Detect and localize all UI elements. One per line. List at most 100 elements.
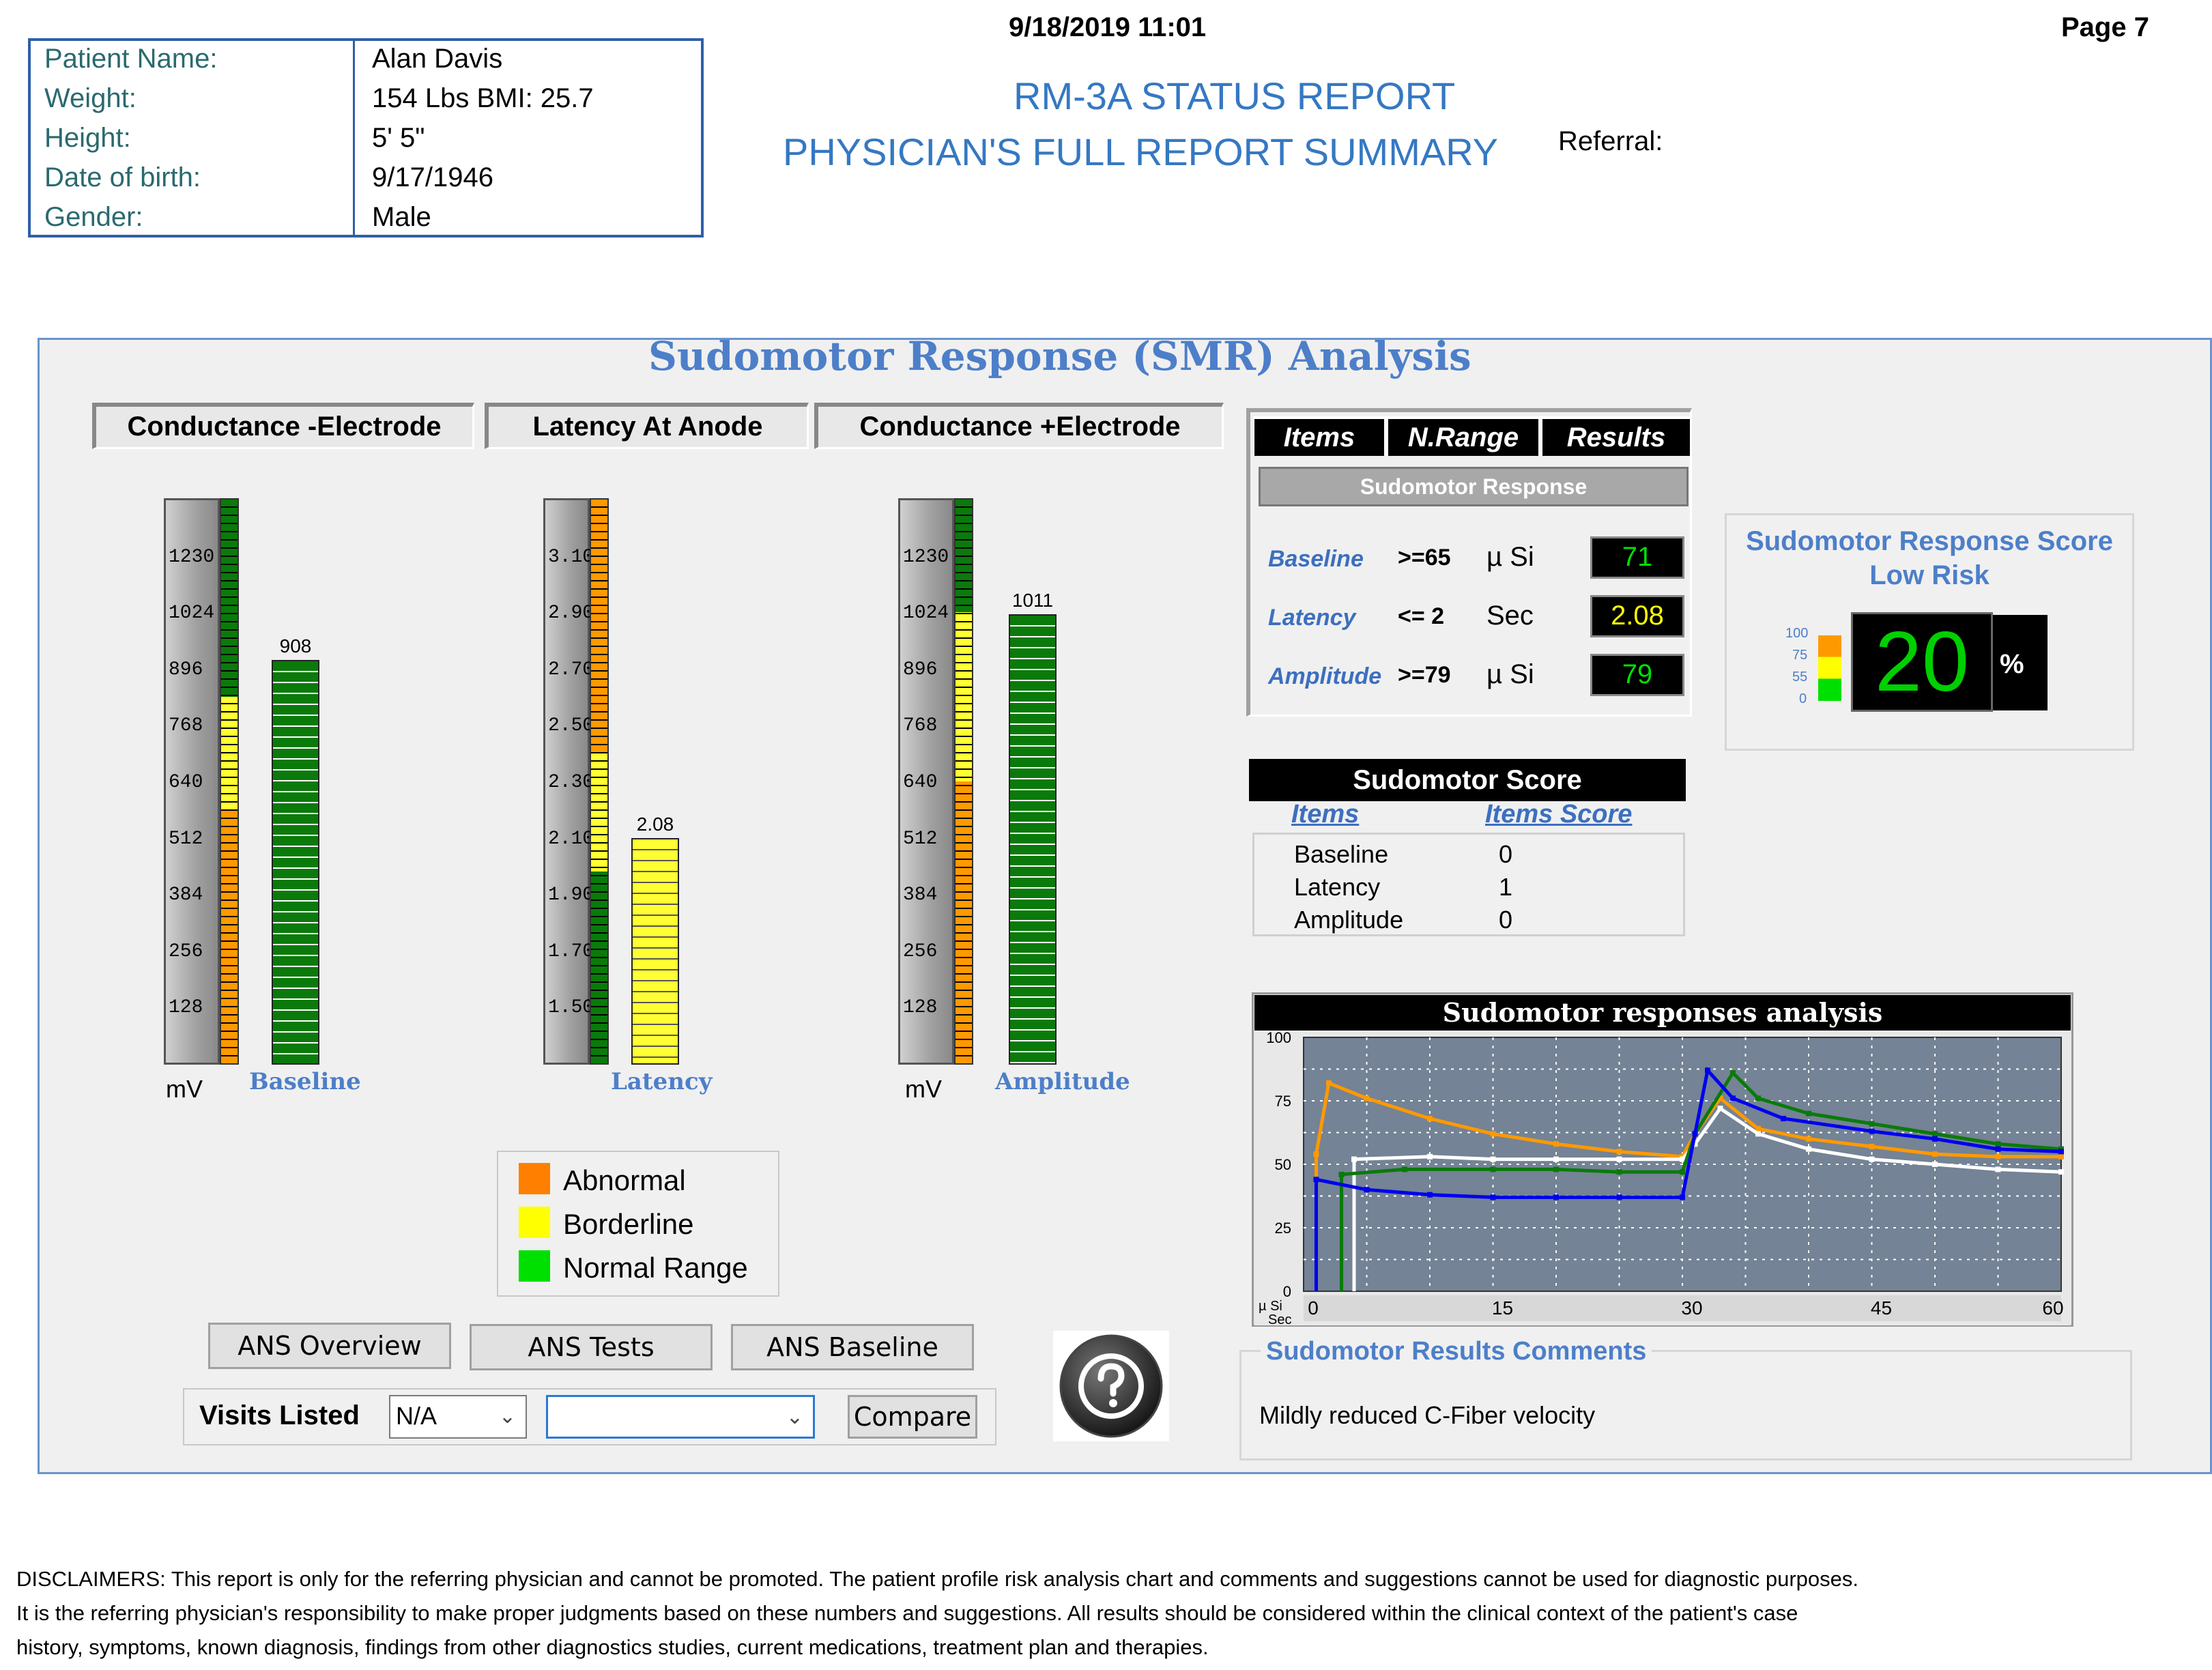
legend-borderline-swatch <box>519 1207 550 1238</box>
legend-normal-label: Normal Range <box>563 1252 748 1284</box>
height-label: Height: <box>44 123 131 153</box>
latency-bar-label: Latency <box>611 1068 713 1095</box>
score-value-latency: 1 <box>1499 873 1513 901</box>
result-range-latency: <= 2 <box>1398 603 1445 629</box>
series-point-3 <box>1692 1131 1698 1137</box>
series-point-2 <box>1806 1110 1811 1117</box>
series-point-3 <box>1705 1067 1710 1074</box>
series-point-2 <box>1616 1169 1622 1175</box>
amplitude-bar <box>1009 614 1057 1065</box>
legend-box: Abnormal Borderline Normal Range <box>497 1151 779 1297</box>
series-point-1 <box>1427 1153 1433 1160</box>
y-tick-label: 25 <box>1275 1220 1291 1237</box>
disclaimer-line-2: It is the referring physician's responsi… <box>16 1601 1798 1625</box>
response-score-box: Sudomotor Response Score Low Risk 100 75… <box>1725 513 2134 751</box>
score-title: Sudomotor Response Score <box>1746 526 2113 556</box>
ans-tests-button[interactable]: ANS Tests <box>470 1324 713 1370</box>
series-point-2 <box>1490 1166 1496 1172</box>
gender-value: Male <box>372 202 431 232</box>
score-value-baseline: 0 <box>1499 840 1513 868</box>
series-point-2 <box>1680 1169 1685 1175</box>
series-point-1 <box>1553 1156 1559 1162</box>
chevron-down-icon: ⌄ <box>498 1405 516 1428</box>
result-item-amplitude: Amplitude <box>1268 663 1382 689</box>
comments-text: Mildly reduced C-Fiber velocity <box>1259 1401 1596 1429</box>
series-point-0 <box>1869 1143 1875 1149</box>
series-point-3 <box>1995 1146 2001 1152</box>
series-point-0 <box>1995 1153 2001 1160</box>
series-point-2 <box>1553 1166 1559 1172</box>
visits-row: Visits Listed N/A ⌄ ⌄ Compare <box>183 1388 996 1445</box>
panel-title: Sudomotor Response (SMR) Analysis <box>648 333 1471 379</box>
report-datetime: 9/18/2019 11:01 <box>1009 12 1207 42</box>
score-scale-strip <box>1818 635 1841 701</box>
score-item-latency: Latency <box>1294 873 1381 901</box>
series-point-1 <box>1490 1156 1496 1162</box>
gender-label: Gender: <box>44 202 143 232</box>
result-value-baseline: 71 <box>1590 536 1684 579</box>
baseline-bar-value: 908 <box>279 635 312 657</box>
series-point-1 <box>1616 1156 1622 1162</box>
sudomotor-score-table: Baseline 0 Latency 1 Amplitude 0 <box>1252 833 1685 936</box>
score-head-items[interactable]: Items <box>1291 800 1359 829</box>
legend-normal-swatch <box>519 1250 550 1282</box>
series-point-0 <box>1553 1141 1559 1147</box>
score-value-amplitude: 0 <box>1499 906 1513 934</box>
baseline-bar-label: Baseline <box>249 1068 361 1095</box>
visits-select-1[interactable]: N/A ⌄ <box>389 1395 527 1439</box>
patient-name: Alan Davis <box>372 44 503 74</box>
series-point-0 <box>1616 1149 1622 1155</box>
help-icon <box>1059 1334 1163 1438</box>
ans-overview-button[interactable]: ANS Overview <box>208 1323 451 1369</box>
series-point-3 <box>1313 1177 1319 1183</box>
height-value: 5' 5" <box>372 123 425 153</box>
x-tick-label: 45 <box>1871 1297 1892 1319</box>
amplitude-bar-label: Amplitude <box>995 1068 1130 1095</box>
result-unit-baseline: µ Si <box>1486 542 1534 572</box>
series-point-0 <box>1313 1151 1319 1157</box>
y-axis-label: µ Si <box>1259 1299 1282 1314</box>
comments-box: Sudomotor Results Comments Mildly reduce… <box>1239 1337 2132 1460</box>
report-title: RM-3A STATUS REPORT <box>1014 74 1456 117</box>
latency-bar <box>631 838 679 1065</box>
score-head-items-score[interactable]: Items Score <box>1485 800 1632 829</box>
series-point-1 <box>1806 1146 1811 1152</box>
legend-borderline-label: Borderline <box>563 1208 694 1240</box>
score-risk-label: Low Risk <box>1869 560 1990 590</box>
disclaimer-line-3: history, symptoms, known diagnosis, find… <box>16 1635 1209 1659</box>
series-point-1 <box>2058 1169 2064 1175</box>
results-head-items: Items <box>1254 419 1384 456</box>
visits-select-2[interactable]: ⌄ <box>546 1395 815 1439</box>
col-head-conductance-plus: Conductance +Electrode <box>814 403 1224 449</box>
y-tick-label: 50 <box>1275 1156 1291 1173</box>
series-point-3 <box>1427 1192 1433 1198</box>
weight-label: Weight: <box>44 83 137 113</box>
x-tick-label: 30 <box>1681 1297 1702 1319</box>
visits-listed-label: Visits Listed <box>199 1400 360 1430</box>
baseline-range-strip <box>220 498 239 1065</box>
legend-abnormal-label: Abnormal <box>563 1164 686 1196</box>
results-subheader: Sudomotor Response <box>1259 467 1689 506</box>
legend-abnormal-swatch <box>519 1163 550 1194</box>
compare-button[interactable]: Compare <box>848 1395 977 1439</box>
ans-baseline-button[interactable]: ANS Baseline <box>731 1324 974 1370</box>
result-item-baseline: Baseline <box>1268 546 1364 572</box>
score-item-baseline: Baseline <box>1294 840 1389 868</box>
series-point-2 <box>1995 1141 2001 1147</box>
baseline-unit: mV <box>166 1075 203 1103</box>
series-point-1 <box>1869 1156 1875 1162</box>
dob-label: Date of birth: <box>44 162 201 192</box>
series-point-0 <box>1364 1095 1370 1102</box>
series-point-1 <box>1755 1131 1761 1137</box>
series-point-1 <box>1351 1156 1357 1162</box>
series-point-0 <box>1427 1116 1433 1122</box>
series-point-1 <box>1717 1106 1723 1112</box>
help-button[interactable] <box>1053 1331 1169 1441</box>
result-range-amplitude: >=79 <box>1398 662 1451 688</box>
x-tick-label: 15 <box>1492 1297 1513 1319</box>
latency-range-strip <box>590 498 609 1065</box>
result-unit-amplitude: µ Si <box>1486 659 1534 689</box>
x-tick-label: 0 <box>1308 1297 1319 1319</box>
patient-info-box: Patient Name: Alan Davis Weight: 154 Lbs… <box>28 38 704 237</box>
sudomotor-score-title: Sudomotor Score <box>1249 759 1686 801</box>
